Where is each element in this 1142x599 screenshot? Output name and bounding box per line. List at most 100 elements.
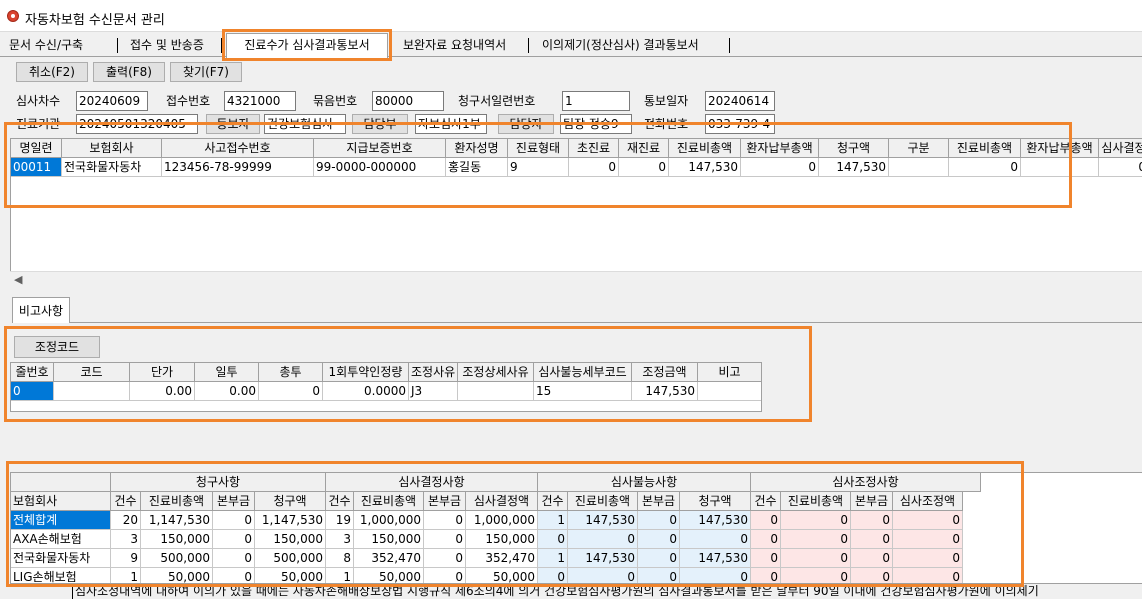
col-header[interactable]: 환자납부총액 — [1021, 139, 1099, 158]
cell[interactable]: 1 — [326, 568, 354, 583]
col-header[interactable]: 환자성명 — [446, 139, 508, 158]
col-header[interactable]: 진료비총액 — [949, 139, 1021, 158]
receipt-no-input[interactable]: 4321000 — [224, 91, 296, 111]
col-header[interactable]: 조정금액 — [632, 363, 698, 382]
col-header[interactable]: 청구액 — [819, 139, 889, 158]
col-header[interactable]: 청구액 — [680, 492, 751, 511]
cell[interactable] — [889, 158, 949, 177]
col-header[interactable]: 재진료 — [619, 139, 669, 158]
institution-input[interactable]: 20240501320405 — [76, 114, 198, 134]
adjust-code-button[interactable]: 조정코드 — [14, 336, 100, 358]
cell[interactable]: 0 — [424, 530, 466, 549]
cell[interactable]: 0 — [538, 568, 568, 583]
tab-objection-result[interactable]: 이의제기(정산심사) 결과통보서 — [536, 35, 730, 55]
col-header[interactable]: 심사결정 — [1099, 139, 1142, 158]
cell[interactable]: 0 — [424, 549, 466, 568]
cell[interactable]: 0.00 — [130, 382, 195, 401]
summary-grid[interactable]: 청구사항 심사결정사항 심사불능사항 심사조정사항 보험회사 건수 진료비총액 … — [10, 472, 1142, 584]
cell[interactable]: 0 — [751, 549, 781, 568]
cell[interactable]: 147,530 — [568, 511, 638, 530]
adjust-grid[interactable]: 줄번호 코드 단가 일투 총투 1회투약인정량 조정사유 조정상세사유 심사불능… — [10, 362, 762, 412]
cell[interactable]: 0 — [781, 549, 851, 568]
cell[interactable]: 전체합계 — [11, 511, 111, 530]
tab-receipt-return[interactable]: 접수 및 반송증 — [124, 35, 222, 55]
print-button[interactable]: 출력(F8) — [93, 62, 165, 82]
col-header[interactable]: 1회투약인정량 — [323, 363, 409, 382]
bundle-no-input[interactable]: 80000 — [372, 91, 444, 111]
cell[interactable]: 1 — [538, 511, 568, 530]
cell[interactable]: 1,000,000 — [354, 511, 424, 530]
col-header[interactable]: 본부금 — [213, 492, 255, 511]
cell[interactable] — [54, 382, 130, 401]
summary-row[interactable]: AXA손해보험 3 150,000 0 150,000 3 150,000 0 … — [11, 530, 1142, 549]
table-row[interactable]: 0 0.00 0.00 0 0.0000 J3 15 147,530 — [11, 382, 761, 401]
col-header[interactable]: 진료비총액 — [669, 139, 741, 158]
cell[interactable]: 0 — [949, 158, 1021, 177]
cell[interactable]: 8 — [326, 549, 354, 568]
cell[interactable]: 0 — [751, 530, 781, 549]
cell[interactable]: 0 — [781, 530, 851, 549]
notifier-button[interactable]: 등보자 — [206, 114, 260, 134]
find-button[interactable]: 찾기(F7) — [170, 62, 242, 82]
col-header[interactable]: 심사결정액 — [466, 492, 538, 511]
cell[interactable]: 150,000 — [466, 530, 538, 549]
cell[interactable]: 0 — [893, 511, 963, 530]
cell[interactable]: 19 — [326, 511, 354, 530]
cell[interactable]: 0 — [213, 530, 255, 549]
col-header[interactable]: 건수 — [326, 492, 354, 511]
notice-date-input[interactable]: 20240614 — [705, 91, 775, 111]
cell[interactable]: 0 — [619, 158, 669, 177]
col-header[interactable]: 환자납부총액 — [741, 139, 819, 158]
review-round-input[interactable]: 20240609 — [76, 91, 148, 111]
cell[interactable]: 전국화물자동차 — [62, 158, 162, 177]
col-header[interactable]: 건수 — [111, 492, 141, 511]
manager-input[interactable]: 팀장 정승9 — [560, 114, 632, 134]
manager-button[interactable]: 담당자 — [498, 114, 554, 134]
cell[interactable]: 50,000 — [354, 568, 424, 583]
cell[interactable]: 147,530 — [632, 382, 698, 401]
notifier-input[interactable]: 건강보험심사 — [264, 114, 346, 134]
cell[interactable]: AXA손해보험 — [11, 530, 111, 549]
cell[interactable]: 0 — [424, 511, 466, 530]
col-header[interactable]: 본부금 — [851, 492, 893, 511]
claim-serial-input[interactable]: 1 — [562, 91, 630, 111]
col-header[interactable]: 사고접수번호 — [162, 139, 314, 158]
tab-review-result[interactable]: 진료수가 심사결과통보서 — [226, 33, 388, 58]
cell[interactable]: 0 — [893, 549, 963, 568]
cell[interactable]: 0 — [213, 568, 255, 583]
col-header[interactable]: 본부금 — [638, 492, 680, 511]
cell[interactable]: 0 — [851, 511, 893, 530]
col-header[interactable]: 명일련 — [11, 139, 62, 158]
department-input[interactable]: 자보심사1부 — [415, 114, 487, 134]
cell[interactable]: 0 — [568, 530, 638, 549]
cell[interactable]: 0 — [680, 568, 751, 583]
cell[interactable]: 전국화물자동차 — [11, 549, 111, 568]
cell[interactable]: 0 — [851, 549, 893, 568]
summary-row[interactable]: 전국화물자동차 9 500,000 0 500,000 8 352,470 0 … — [11, 549, 1142, 568]
cell[interactable]: 1,147,530 — [141, 511, 213, 530]
cell[interactable]: 0 — [781, 511, 851, 530]
col-header[interactable]: 진료비총액 — [568, 492, 638, 511]
col-header[interactable]: 조정상세사유 — [458, 363, 534, 382]
col-header[interactable]: 심사조정액 — [893, 492, 963, 511]
col-header[interactable]: 진료비총액 — [781, 492, 851, 511]
cell[interactable]: 0 — [638, 568, 680, 583]
cell[interactable]: 20 — [111, 511, 141, 530]
col-header[interactable]: 코드 — [54, 363, 130, 382]
cell[interactable]: 0 — [638, 511, 680, 530]
cell[interactable]: 147,530 — [568, 549, 638, 568]
cell[interactable]: 9 — [111, 549, 141, 568]
cell[interactable]: 352,470 — [354, 549, 424, 568]
col-header[interactable]: 보험회사 — [62, 139, 162, 158]
cell[interactable]: 0 — [638, 549, 680, 568]
col-header[interactable]: 비고 — [698, 363, 761, 382]
col-header[interactable]: 구분 — [889, 139, 949, 158]
claim-grid[interactable]: 명일련 보험회사 사고접수번호 지급보증번호 환자성명 진료형태 초진료 재진료… — [10, 138, 1142, 286]
scroll-left-icon[interactable]: ◀ — [14, 273, 22, 286]
tab-remarks[interactable]: 비고사항 — [12, 297, 70, 323]
cell[interactable]: 50,000 — [466, 568, 538, 583]
cell[interactable]: 15 — [534, 382, 632, 401]
cell[interactable]: 99-0000-000000 — [314, 158, 446, 177]
cell[interactable] — [458, 382, 534, 401]
col-header[interactable]: 본부금 — [424, 492, 466, 511]
